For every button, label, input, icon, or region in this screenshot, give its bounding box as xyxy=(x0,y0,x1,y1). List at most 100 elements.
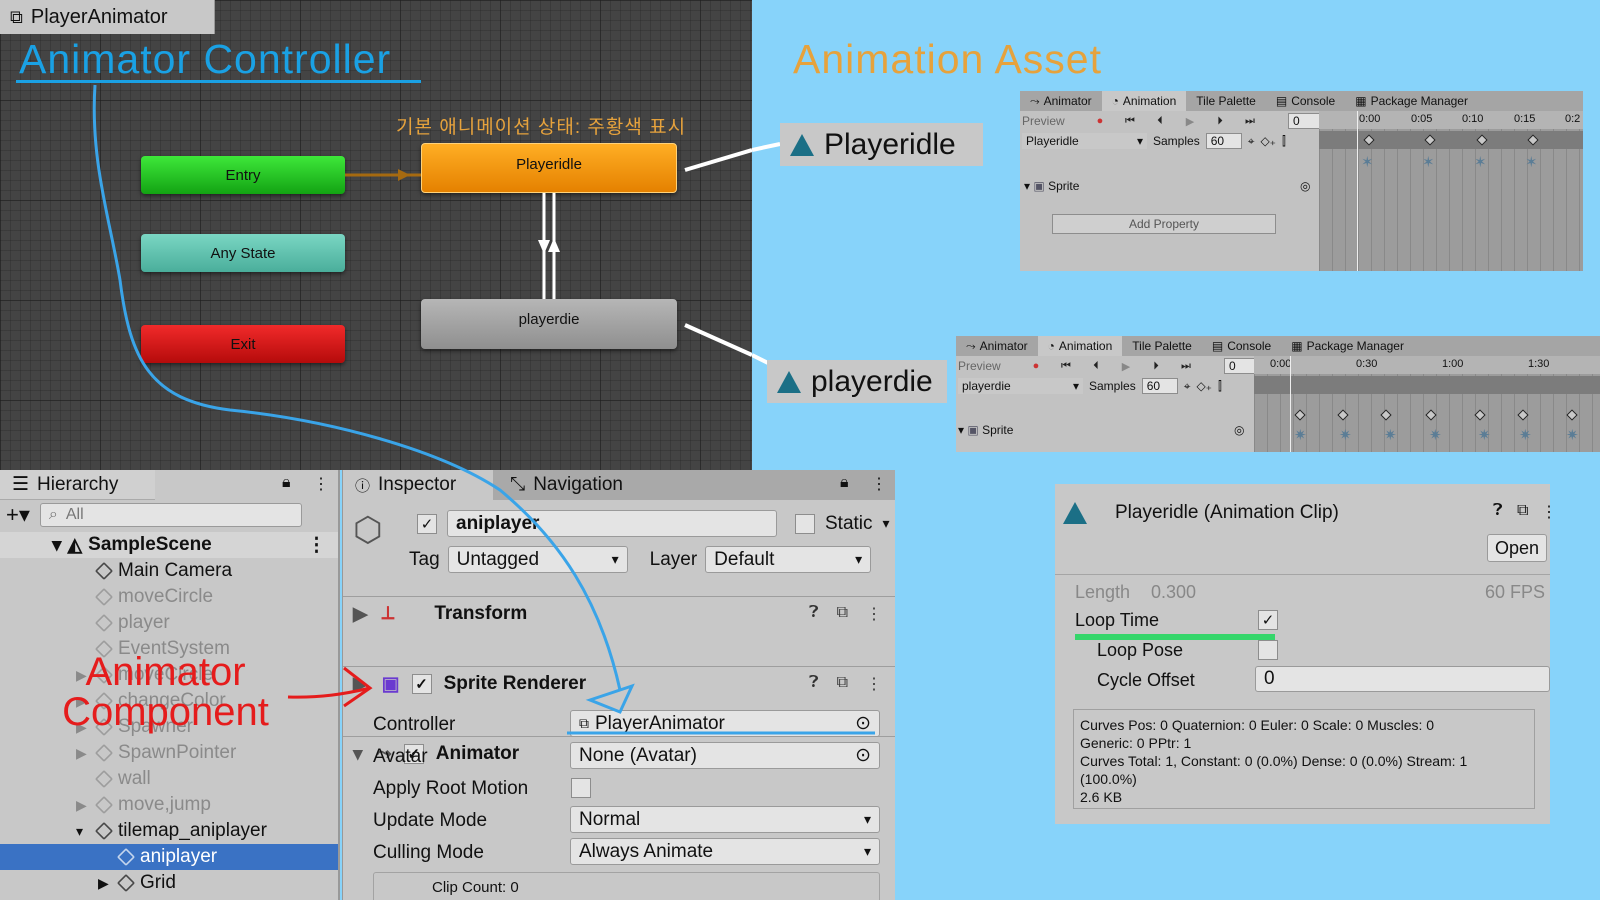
samples-field[interactable]: 60 xyxy=(1205,133,1242,149)
tag-dropdown[interactable]: Untagged ▾ xyxy=(447,546,628,573)
sprite-renderer-enabled-checkbox[interactable]: ✓ xyxy=(411,674,432,694)
culling-mode-dropdown[interactable]: Always Animate ▾ xyxy=(570,838,880,865)
more-options-icon[interactable]: ⋮ xyxy=(307,534,326,557)
layer-dropdown[interactable]: Default ▾ xyxy=(705,546,872,573)
hierarchy-item[interactable]: ▾ tilemap_aniplayer xyxy=(0,818,338,844)
help-icon[interactable]: ❓︎ xyxy=(809,604,819,624)
static-checkbox[interactable] xyxy=(795,513,815,534)
keyframe-marker[interactable] xyxy=(1337,409,1349,421)
object-name-input[interactable]: aniplayer xyxy=(447,510,777,537)
keyframe-marker[interactable] xyxy=(1294,409,1306,421)
navigation-tab[interactable]: ⤡ Navigation xyxy=(498,470,698,500)
add-event-icon[interactable]: ⫿ xyxy=(1282,134,1286,149)
dopesheet-timeline[interactable]: 0:00 0:05 0:10 0:15 0:2 ✶ ✶ ✶ ✶ xyxy=(1319,111,1583,271)
object-picker-icon[interactable]: ⊙ xyxy=(855,744,871,767)
hierarchy-item[interactable]: ▶ SpawnPointer xyxy=(0,740,338,766)
next-frame-icon[interactable]: ⏵ xyxy=(1208,115,1232,128)
more-options-icon[interactable]: ⋮ xyxy=(1541,502,1550,522)
tab-tile-palette[interactable]: Tile Palette xyxy=(1122,336,1202,356)
add-event-icon[interactable]: ⫿ xyxy=(1218,379,1222,394)
keyframe-marker[interactable] xyxy=(1380,409,1392,421)
preview-button[interactable]: Preview xyxy=(958,359,1018,373)
hierarchy-item[interactable]: aniplayer xyxy=(0,844,338,870)
open-button[interactable]: Open xyxy=(1487,534,1547,562)
loop-time-checkbox[interactable]: ✓ xyxy=(1258,610,1278,630)
expand-icon[interactable]: ▶ xyxy=(76,797,90,814)
hierarchy-item[interactable]: moveCircle xyxy=(0,584,338,610)
more-options-icon[interactable]: ⋮ xyxy=(313,474,329,494)
add-keyframe-icon[interactable]: ◇₊ xyxy=(1260,134,1276,148)
tab-animation[interactable]: ◔ Animation xyxy=(1037,336,1123,356)
lock-icon[interactable]: 🔒︎ xyxy=(840,474,849,492)
avatar-field[interactable]: None (Avatar) ⊙ xyxy=(570,742,880,769)
tab-animator[interactable]: ⤳ Animator xyxy=(956,336,1038,356)
more-options-icon[interactable]: ⋮ xyxy=(866,674,882,694)
first-frame-icon[interactable]: ⏮ xyxy=(1118,115,1142,128)
add-property-button[interactable]: Add Property xyxy=(1052,214,1276,234)
visibility-icon[interactable]: ◎ xyxy=(1300,179,1310,193)
play-icon[interactable]: ▶ xyxy=(1178,115,1202,128)
first-frame-icon[interactable]: ⏮ xyxy=(1054,360,1078,373)
help-icon[interactable]: ❓︎ xyxy=(809,674,819,694)
apply-root-motion-checkbox[interactable] xyxy=(571,778,591,798)
prev-frame-icon[interactable]: ⏴ xyxy=(1084,360,1108,373)
transform-component-header[interactable]: ▶ ⟂ Transform ❓︎ ⧉ ⋮ xyxy=(343,596,895,631)
next-frame-icon[interactable]: ⏵ xyxy=(1144,360,1168,373)
sprite-property-row[interactable]: ▾ ▣ Sprite xyxy=(958,423,1013,437)
settings-icon[interactable]: ⧉ xyxy=(1517,502,1528,520)
hierarchy-tab[interactable]: ☰ Hierarchy xyxy=(0,470,155,500)
tab-animation[interactable]: ◔ Animation xyxy=(1101,91,1187,111)
expand-icon[interactable]: ▶ xyxy=(98,875,112,892)
cycle-offset-field[interactable]: 0 xyxy=(1255,666,1550,692)
prev-frame-icon[interactable]: ⏴ xyxy=(1148,115,1172,128)
clip-selector[interactable]: playerdie ▾ xyxy=(958,378,1083,394)
keyframe-icon[interactable]: ⌖ xyxy=(1184,379,1191,394)
playhead[interactable] xyxy=(1357,111,1358,271)
loop-pose-checkbox[interactable] xyxy=(1258,640,1278,660)
tab-tile-palette[interactable]: Tile Palette xyxy=(1186,91,1266,111)
playhead[interactable] xyxy=(1290,356,1291,452)
record-button[interactable]: ● xyxy=(1024,360,1048,372)
hierarchy-item[interactable]: ▶ move,jump xyxy=(0,792,338,818)
active-checkbox[interactable]: ✓ xyxy=(417,513,437,534)
samples-field[interactable]: 60 xyxy=(1141,378,1178,394)
record-button[interactable]: ● xyxy=(1088,115,1112,127)
more-options-icon[interactable]: ⋮ xyxy=(871,474,887,494)
sprite-property-row[interactable]: ▾ ▣ Sprite xyxy=(1024,179,1079,193)
hierarchy-item[interactable]: Main Camera xyxy=(0,558,338,584)
sprite-renderer-component-header[interactable]: ▶ ▣ ✓ Sprite Renderer ❓︎ ⧉ ⋮ xyxy=(343,666,895,701)
more-options-icon[interactable]: ⋮ xyxy=(866,604,882,624)
keyframe-icon[interactable]: ⌖ xyxy=(1248,134,1255,149)
controller-field[interactable]: ⧉ PlayerAnimator ⊙ xyxy=(570,710,880,737)
tab-animator[interactable]: ⤳ Animator xyxy=(1020,91,1102,111)
keyframe-marker[interactable] xyxy=(1566,409,1578,421)
keyframe-marker[interactable] xyxy=(1517,409,1529,421)
tab-console[interactable]: ▤ Console xyxy=(1202,336,1281,356)
scene-row[interactable]: ▾ ◭ SampleScene ⋮ xyxy=(0,532,338,558)
tab-package-manager[interactable]: ▦ Package Manager xyxy=(1345,91,1478,111)
dopesheet-timeline[interactable]: 0:00 0:30 1:00 1:30 ✷ ✷ ✷ ✷ ✷ ✷ ✷ xyxy=(1254,356,1600,452)
keyframe-marker[interactable] xyxy=(1474,409,1486,421)
gameobject-cube-icon[interactable]: ⬡ xyxy=(353,510,383,550)
keyframe-marker[interactable] xyxy=(1425,409,1437,421)
last-frame-icon[interactable]: ⏭ xyxy=(1174,360,1198,373)
visibility-icon[interactable]: ◎ xyxy=(1234,423,1244,437)
hierarchy-item[interactable]: wall xyxy=(0,766,338,792)
settings-icon[interactable]: ⧉ xyxy=(837,674,848,694)
hierarchy-item[interactable]: player xyxy=(0,610,338,636)
clip-selector[interactable]: Playeridle ▾ xyxy=(1022,133,1147,149)
hierarchy-search-input[interactable]: ⌕ All xyxy=(39,503,302,527)
update-mode-dropdown[interactable]: Normal ▾ xyxy=(570,806,880,833)
preview-button[interactable]: Preview xyxy=(1022,114,1082,128)
lock-icon[interactable]: 🔒︎ xyxy=(282,474,291,492)
inspector-tab[interactable]: ⓘ Inspector xyxy=(343,470,493,500)
chevron-down-icon[interactable]: ▾ xyxy=(883,515,890,532)
tab-console[interactable]: ▤ Console xyxy=(1266,91,1345,111)
add-keyframe-icon[interactable]: ◇₊ xyxy=(1196,379,1212,393)
play-icon[interactable]: ▶ xyxy=(1114,360,1138,373)
tab-package-manager[interactable]: ▦ Package Manager xyxy=(1281,336,1414,356)
animator-graph[interactable]: ⧉ PlayerAnimator Animator Controller 기본 … xyxy=(0,0,752,470)
help-icon[interactable]: ❓︎ xyxy=(1493,502,1503,520)
last-frame-icon[interactable]: ⏭ xyxy=(1238,115,1262,128)
settings-icon[interactable]: ⧉ xyxy=(837,604,848,624)
